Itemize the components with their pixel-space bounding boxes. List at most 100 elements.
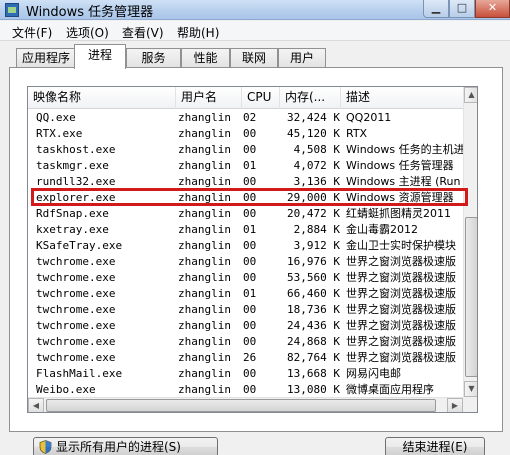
table-row[interactable]: twchrome.exe zhanglin 00 16,976 K 世界之窗浏览器极速版 [28,254,463,270]
process-user-name: zhanglin [178,287,231,300]
table-row[interactable]: twchrome.exe zhanglin 00 18,736 K 世界之窗浏览器极速版 [28,302,463,318]
process-memory: 2,884 K [293,223,340,236]
process-description: QQ2011 [346,111,392,124]
tab-services[interactable]: 服务 [126,48,181,68]
process-user-name: zhanglin [178,127,231,140]
process-description: 世界之窗浏览器极速版 [346,303,456,316]
process-image-name: QQ.exe [36,111,76,124]
table-row[interactable]: twchrome.exe zhanglin 01 66,460 K 世界之窗浏览器极速版 [28,286,463,302]
process-list[interactable]: 映像名称 用户名 CPU 内存(... 描述 QQ.exe zhanglin 02 3… [27,86,478,413]
process-image-name: twchrome.exe [36,319,116,332]
process-cpu: 00 [243,143,257,156]
process-memory: 66,460 K [287,287,340,300]
process-image-name: taskhost.exe [36,143,116,156]
process-description: Windows 任务管理器 [346,159,454,172]
maximize-button[interactable]: □ [449,0,475,18]
table-row[interactable]: kxetray.exe zhanglin 01 2,884 K 金山毒霸2012 [28,222,463,238]
process-description: 红蜻蜓抓图精灵2011 [346,207,451,220]
table-row[interactable]: QQ.exe zhanglin 02 32,424 K QQ2011 [28,110,463,126]
table-row[interactable]: FlashMail.exe zhanglin 00 13,668 K 网易闪电邮 [28,366,463,382]
process-cpu: 00 [243,303,257,316]
process-user-name: zhanglin [178,111,231,124]
process-user-name: zhanglin [178,271,231,284]
table-row[interactable]: KSafeTray.exe zhanglin 00 3,912 K 金山卫士实时保护模块 [28,238,463,254]
process-memory: 4,508 K [293,143,340,156]
process-cpu: 00 [243,367,257,380]
process-list-header: 映像名称 用户名 CPU 内存(... 描述 [28,87,463,109]
process-cpu: 00 [243,239,257,252]
process-description: 世界之窗浏览器极速版 [346,287,456,300]
process-memory: 13,080 K [287,383,340,396]
process-image-name: twchrome.exe [36,255,116,268]
process-memory: 53,560 K [287,271,340,284]
process-description: 金山卫士实时保护模块 [346,239,456,252]
table-row[interactable]: RdfSnap.exe zhanglin 00 20,472 K 红蜻蜓抓图精灵2011 [28,206,463,222]
close-button[interactable]: ✕ [475,0,510,18]
tab-applications[interactable]: 应用程序 [16,48,76,68]
menu-view[interactable]: 查看(V) [122,24,164,41]
window-title: Windows 任务管理器 [26,5,154,20]
menu-help[interactable]: 帮助(H) [177,24,219,41]
process-user-name: zhanglin [178,143,231,156]
process-memory: 24,436 K [287,319,340,332]
table-row[interactable]: Weibo.exe zhanglin 00 13,080 K 微博桌面应用程序 [28,382,463,398]
table-row[interactable]: twchrome.exe zhanglin 26 82,764 K 世界之窗浏览器极速版 [28,350,463,366]
process-memory: 20,472 K [287,207,340,220]
menu-options[interactable]: 选项(O) [66,24,109,41]
tab-users[interactable]: 用户 [278,48,326,68]
process-memory: 24,868 K [287,335,340,348]
tab-processes[interactable]: 进程 [74,44,126,69]
tab-networking[interactable]: 联网 [230,48,278,68]
minimize-button[interactable]: ▁ [423,0,449,18]
process-description: 网易闪电邮 [346,367,401,380]
vertical-scroll-thumb[interactable] [465,217,477,377]
scroll-left-arrow-icon[interactable]: ◀ [28,398,44,412]
tab-performance[interactable]: 性能 [181,48,230,68]
process-image-name: twchrome.exe [36,287,116,300]
task-manager-app-icon [5,3,19,17]
process-image-name: Weibo.exe [36,383,96,396]
process-memory: 13,668 K [287,367,340,380]
process-memory: 82,764 K [287,351,340,364]
process-description: 世界之窗浏览器极速版 [346,271,456,284]
process-cpu: 01 [243,159,257,172]
process-cpu: 01 [243,223,257,236]
process-cpu: 00 [243,271,257,284]
horizontal-scroll-thumb[interactable] [46,399,436,412]
process-cpu: 26 [243,351,257,364]
vertical-scrollbar[interactable]: ▲ ▼ [463,87,477,397]
show-all-users-processes-button[interactable]: 显示所有用户的进程(S) [33,437,218,455]
column-description[interactable]: 描述 [341,87,463,109]
show-all-users-label: 显示所有用户的进程(S) [56,440,181,454]
process-memory: 16,976 K [287,255,340,268]
table-row[interactable]: RTX.exe zhanglin 00 45,120 K RTX [28,126,463,142]
process-user-name: zhanglin [178,223,231,236]
end-process-button[interactable]: 结束进程(E) [385,437,485,455]
table-row[interactable]: twchrome.exe zhanglin 00 53,560 K 世界之窗浏览器极速版 [28,270,463,286]
process-image-name: FlashMail.exe [36,367,123,380]
process-memory: 32,424 K [287,111,340,124]
scroll-right-arrow-icon[interactable]: ▶ [447,398,463,412]
horizontal-scrollbar[interactable]: ◀ ▶ [28,397,463,412]
column-user-name[interactable]: 用户名 [176,87,242,109]
column-cpu[interactable]: CPU [242,87,280,109]
title-bar[interactable]: Windows 任务管理器 ▁ □ ✕ [0,0,510,20]
column-memory[interactable]: 内存(... [280,87,341,109]
process-description: Windows 任务的主机进 [346,143,463,156]
table-row[interactable]: twchrome.exe zhanglin 00 24,436 K 世界之窗浏览器极速版 [28,318,463,334]
menu-bar: 文件(F) 选项(O) 查看(V) 帮助(H) [0,21,510,41]
process-user-name: zhanglin [178,319,231,332]
process-image-name: twchrome.exe [36,335,116,348]
scroll-up-arrow-icon[interactable]: ▲ [464,87,477,103]
scroll-down-arrow-icon[interactable]: ▼ [464,381,477,397]
table-row[interactable]: taskmgr.exe zhanglin 01 4,072 K Windows 任务管理… [28,158,463,174]
scrollbar-corner [463,397,477,412]
column-image-name[interactable]: 映像名称 [28,87,176,109]
menu-file[interactable]: 文件(F) [12,24,52,41]
table-row[interactable]: twchrome.exe zhanglin 00 24,868 K 世界之窗浏览器极速版 [28,334,463,350]
process-image-name: twchrome.exe [36,303,116,316]
process-cpu: 00 [243,255,257,268]
table-row[interactable]: taskhost.exe zhanglin 00 4,508 K Windows 任务的… [28,142,463,158]
process-user-name: zhanglin [178,255,231,268]
process-cpu: 00 [243,335,257,348]
